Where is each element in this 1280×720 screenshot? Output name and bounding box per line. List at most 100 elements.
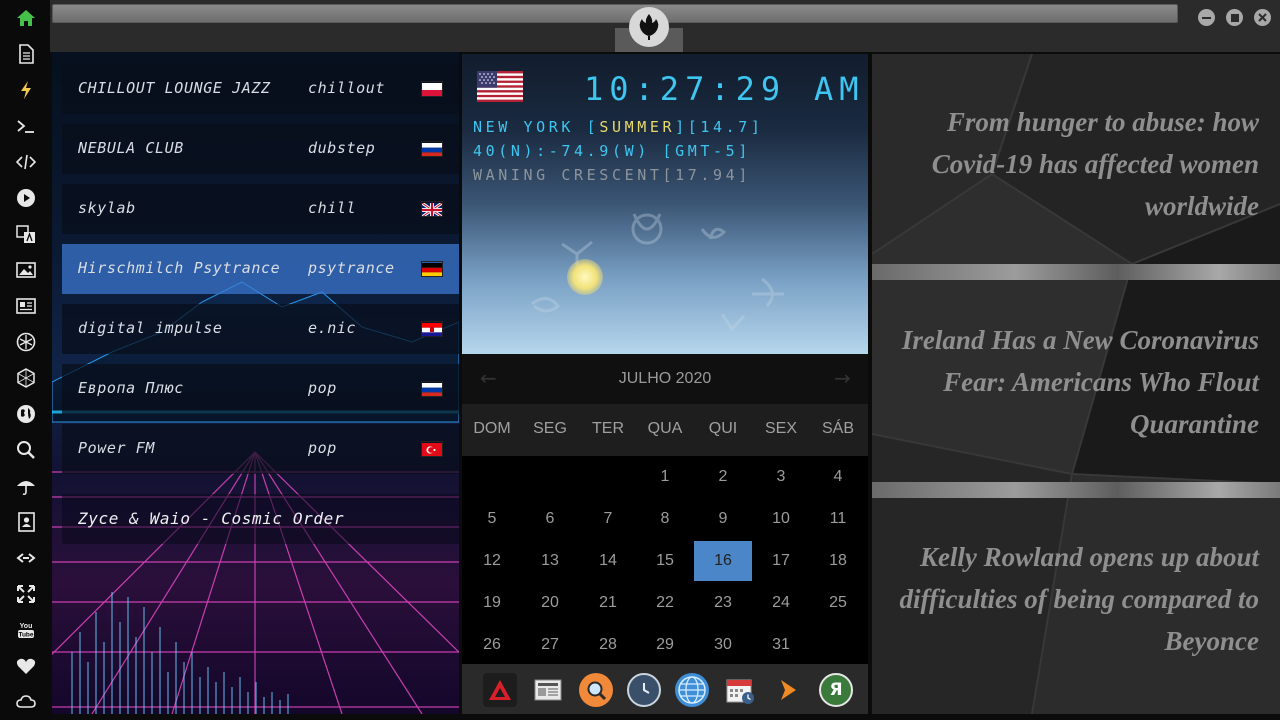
- rebel-logo-icon[interactable]: [629, 7, 669, 47]
- top-bar: [50, 0, 1280, 52]
- address-bar[interactable]: [52, 4, 1178, 23]
- minimize-button[interactable]: [1198, 9, 1215, 26]
- station-row[interactable]: Power FM pop: [62, 424, 459, 474]
- close-button[interactable]: [1254, 9, 1271, 26]
- calendar-day[interactable]: 26: [463, 625, 521, 665]
- calendar-icon[interactable]: [723, 673, 757, 707]
- news-separator: [872, 482, 1280, 498]
- news-headline[interactable]: Ireland Has a New Coronavirus Fear: Amer…: [887, 319, 1259, 445]
- calendar-day[interactable]: 21: [579, 583, 637, 623]
- clock-panel: 10:27:29 AM NEW YORK [SUMMER][14.7] 40(N…: [462, 54, 868, 354]
- calendar-day[interactable]: 30: [694, 625, 752, 665]
- next-month-button[interactable]: →: [834, 366, 851, 390]
- calendar-day[interactable]: 7: [579, 499, 637, 539]
- search-icon[interactable]: [15, 439, 37, 461]
- usa-flag-icon: [477, 71, 523, 102]
- calendar-day[interactable]: 31: [752, 625, 810, 665]
- calendar-day[interactable]: 8: [636, 499, 694, 539]
- clock-icon[interactable]: [627, 673, 661, 707]
- svg-text:You: You: [20, 623, 33, 630]
- station-name: CHILLOUT LOUNGE JAZZ: [78, 79, 271, 97]
- maximize-button[interactable]: [1226, 9, 1243, 26]
- calendar-day[interactable]: 17: [752, 541, 810, 581]
- weekday-label: SEG: [533, 420, 567, 437]
- weekday-label: SÁB: [821, 420, 854, 437]
- station-genre: e.nic: [308, 319, 357, 337]
- station-row-active[interactable]: Hirschmilch Psytrance psytrance: [62, 244, 459, 294]
- youtube-icon[interactable]: You Tube: [15, 619, 37, 641]
- calendar-day[interactable]: 3: [752, 457, 810, 497]
- now-playing: Zyce & Waio - Cosmic Order: [62, 494, 459, 544]
- croatia-flag-icon: [421, 321, 443, 337]
- calendar-day[interactable]: 29: [636, 625, 694, 665]
- news-headline[interactable]: Kelly Rowland opens up about difficultie…: [887, 536, 1259, 662]
- uk-flag-icon: [421, 201, 443, 217]
- calendar-day[interactable]: 10: [752, 499, 810, 539]
- link-icon[interactable]: [15, 547, 37, 569]
- globe-icon[interactable]: [15, 403, 37, 425]
- cloud-icon[interactable]: [15, 691, 37, 713]
- umbrella-icon[interactable]: [15, 475, 37, 497]
- lightning-icon[interactable]: [15, 79, 37, 101]
- calendar-day[interactable]: 5: [463, 499, 521, 539]
- radio-panel: CHILLOUT LOUNGE JAZZ chillout NEBULA CLU…: [52, 52, 459, 714]
- yandex-icon[interactable]: Я: [819, 673, 853, 707]
- station-genre: psytrance: [308, 259, 395, 277]
- calendar-day[interactable]: 9: [694, 499, 752, 539]
- play-icon[interactable]: [15, 187, 37, 209]
- arrow-icon[interactable]: [771, 673, 805, 707]
- contacts-icon[interactable]: [15, 511, 37, 533]
- svg-text:Tube: Tube: [18, 632, 33, 639]
- station-row[interactable]: digital impulse e.nic: [62, 304, 459, 354]
- calendar-day[interactable]: 25: [809, 583, 867, 623]
- station-genre: pop: [308, 379, 337, 397]
- arch-app-icon[interactable]: [483, 673, 517, 707]
- calendar: ← JULHO 2020 → DOM SEG TER QUA QUI SEX S…: [462, 354, 868, 664]
- calendar-day[interactable]: 2: [694, 457, 752, 497]
- station-genre: chill: [308, 199, 357, 217]
- calendar-day[interactable]: 15: [636, 541, 694, 581]
- calendar-day[interactable]: 12: [463, 541, 521, 581]
- calendar-day[interactable]: 22: [636, 583, 694, 623]
- calendar-day[interactable]: 19: [463, 583, 521, 623]
- home-icon[interactable]: [15, 7, 37, 29]
- station-row[interactable]: NEBULA CLUB dubstep: [62, 124, 459, 174]
- calendar-day[interactable]: 13: [521, 541, 579, 581]
- document-icon[interactable]: [15, 43, 37, 65]
- station-name: skylab: [78, 199, 136, 217]
- terminal-icon[interactable]: [15, 115, 37, 137]
- calendar-day-today[interactable]: 16: [694, 541, 752, 581]
- calendar-day[interactable]: 27: [521, 625, 579, 665]
- calendar-day[interactable]: 28: [579, 625, 637, 665]
- calendar-day[interactable]: 14: [579, 541, 637, 581]
- station-row[interactable]: skylab chill: [62, 184, 459, 234]
- calendar-day[interactable]: 11: [809, 499, 867, 539]
- code-icon[interactable]: [15, 151, 37, 173]
- station-genre: chillout: [308, 79, 386, 97]
- station-genre: dubstep: [308, 139, 376, 157]
- rebel-icon[interactable]: [15, 331, 37, 353]
- calendar-day[interactable]: 6: [521, 499, 579, 539]
- news-icon[interactable]: [15, 295, 37, 317]
- calendar-day[interactable]: 20: [521, 583, 579, 623]
- calendar-day[interactable]: 23: [694, 583, 752, 623]
- station-row[interactable]: Европа Плюс pop: [62, 364, 459, 414]
- newspaper-icon[interactable]: [531, 673, 565, 707]
- magnifier-icon[interactable]: [579, 673, 613, 707]
- germany-flag-icon: [421, 261, 443, 277]
- news-headline[interactable]: From hunger to abuse: how Covid-19 has a…: [899, 101, 1259, 227]
- station-name: NEBULA CLUB: [78, 139, 184, 157]
- heart-icon[interactable]: [15, 655, 37, 677]
- calendar-day[interactable]: 4: [809, 457, 867, 497]
- calendar-day[interactable]: 1: [636, 457, 694, 497]
- poland-flag-icon: [421, 81, 443, 97]
- globe-icon[interactable]: [675, 673, 709, 707]
- now-playing-title: Zyce & Waio - Cosmic Order: [78, 509, 345, 528]
- calendar-day[interactable]: 18: [809, 541, 867, 581]
- expand-icon[interactable]: [15, 583, 37, 605]
- hexagon-icon[interactable]: [15, 367, 37, 389]
- image-icon[interactable]: [15, 259, 37, 281]
- calendar-day[interactable]: 24: [752, 583, 810, 623]
- translate-icon[interactable]: [15, 223, 37, 245]
- station-row[interactable]: CHILLOUT LOUNGE JAZZ chillout: [62, 64, 459, 114]
